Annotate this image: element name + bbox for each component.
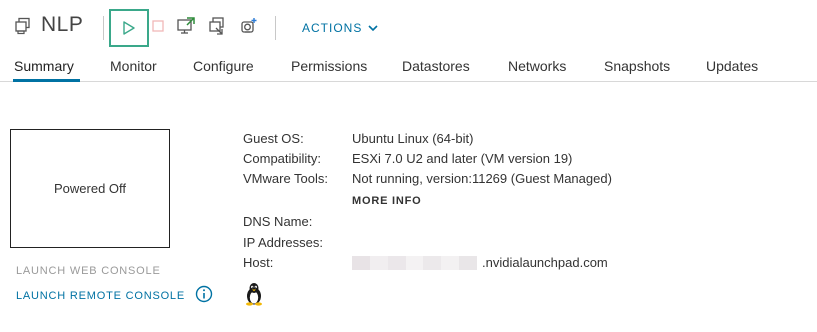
- power-status: Powered Off: [53, 181, 127, 196]
- launch-console-button[interactable]: [173, 13, 199, 39]
- take-snapshot-button[interactable]: [236, 13, 262, 39]
- tab-updates[interactable]: Updates: [706, 58, 758, 82]
- guest-os-label: Guest OS:: [243, 131, 304, 146]
- vmware-tools-label: VMware Tools:: [243, 171, 329, 186]
- migrate-icon: [209, 17, 224, 35]
- power-on-button[interactable]: [109, 9, 149, 47]
- compatibility-value: ESXi 7.0 U2 and later (VM version 19): [352, 151, 573, 166]
- stop-icon: [152, 20, 164, 32]
- vmware-tools-value: Not running, version:11269 (Guest Manage…: [352, 171, 612, 186]
- header-divider: [103, 16, 104, 40]
- page-title: NLP: [41, 13, 84, 36]
- tab-permissions[interactable]: Permissions: [291, 58, 367, 82]
- chevron-down-icon: [368, 25, 378, 32]
- active-tab-indicator: [13, 79, 80, 82]
- tab-monitor[interactable]: Monitor: [110, 58, 157, 82]
- play-icon: [123, 21, 135, 35]
- guest-os-value: Ubuntu Linux (64-bit): [352, 131, 474, 146]
- redacted-hostname: [352, 256, 478, 270]
- actions-menu-button[interactable]: ACTIONS: [302, 21, 378, 35]
- launch-web-console-link[interactable]: LAUNCH WEB CONSOLE: [16, 265, 161, 277]
- migrate-button[interactable]: [204, 13, 230, 39]
- info-icon[interactable]: [195, 285, 213, 303]
- tab-configure[interactable]: Configure: [193, 58, 254, 82]
- vm-icon: [15, 17, 30, 35]
- tab-snapshots[interactable]: Snapshots: [604, 58, 670, 82]
- more-info-link[interactable]: MORE INFO: [352, 195, 422, 207]
- dns-name-label: DNS Name:: [243, 214, 313, 229]
- header-divider: [275, 16, 276, 40]
- launch-console-icon: [177, 17, 195, 34]
- host-label: Host:: [243, 255, 274, 270]
- actions-label: ACTIONS: [302, 21, 363, 35]
- host-value[interactable]: .nvidialaunchpad.com: [482, 255, 608, 270]
- power-off-button[interactable]: [145, 13, 171, 39]
- linux-tux-icon: [246, 283, 262, 306]
- launch-remote-console-link[interactable]: LAUNCH REMOTE CONSOLE: [16, 290, 185, 302]
- ip-addresses-label: IP Addresses:: [243, 235, 323, 250]
- tab-bar: Summary Monitor Configure Permissions Da…: [0, 58, 817, 82]
- tab-datastores[interactable]: Datastores: [402, 58, 470, 82]
- snapshot-icon: [241, 18, 257, 33]
- console-preview[interactable]: Powered Off: [10, 129, 170, 248]
- compatibility-label: Compatibility:: [243, 151, 322, 166]
- tab-networks[interactable]: Networks: [508, 58, 566, 82]
